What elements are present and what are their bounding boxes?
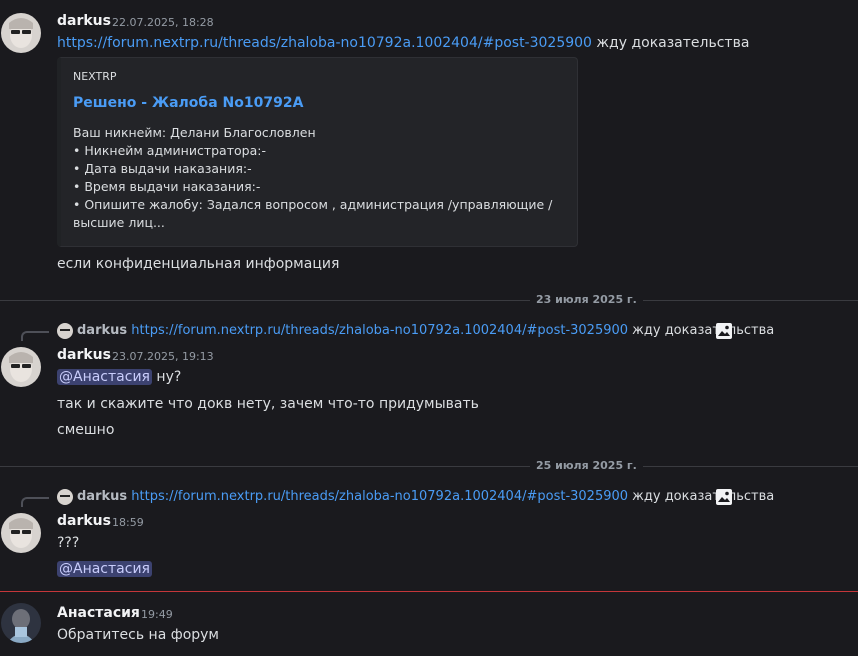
embed-line: • Время выдачи наказания:- bbox=[73, 179, 261, 194]
embed-line: • Опишите жалобу: Задался вопросом , адм… bbox=[73, 197, 553, 212]
date-divider-label: 25 июля 2025 г. bbox=[530, 459, 643, 472]
forum-link[interactable]: https://forum.nextrp.ru/threads/zhaloba-… bbox=[57, 35, 592, 51]
reply-author[interactable]: darkus bbox=[77, 323, 127, 338]
timestamp: 22.07.2025, 18:28 bbox=[112, 16, 214, 29]
reply-link[interactable]: https://forum.nextrp.ru/threads/zhaloba-… bbox=[131, 489, 628, 504]
avatar[interactable] bbox=[1, 513, 41, 553]
timestamp: 19:49 bbox=[141, 608, 173, 621]
embed-title[interactable]: Решено - Жалоба No10792A bbox=[73, 95, 303, 111]
date-divider bbox=[0, 300, 858, 301]
embed-provider: NEXTRP bbox=[73, 70, 117, 83]
author-name[interactable]: darkus bbox=[57, 347, 111, 363]
embed-line: Ваш никнейм: Делани Благословлен bbox=[73, 125, 316, 140]
reply-preview[interactable]: darkus https://forum.nextrp.ru/threads/z… bbox=[77, 489, 774, 504]
new-messages-divider bbox=[0, 591, 858, 592]
message-text: @Анастасия ну? bbox=[57, 369, 181, 385]
author-name[interactable]: darkus bbox=[57, 513, 111, 529]
reply-link[interactable]: https://forum.nextrp.ru/threads/zhaloba-… bbox=[131, 323, 628, 338]
message-text: смешно bbox=[57, 422, 115, 438]
message-text: ??? bbox=[57, 535, 80, 551]
date-divider bbox=[0, 466, 858, 467]
reply-preview[interactable]: darkus https://forum.nextrp.ru/threads/z… bbox=[77, 323, 774, 338]
image-icon bbox=[716, 323, 732, 339]
timestamp: 18:59 bbox=[112, 516, 144, 529]
reply-spine bbox=[21, 497, 49, 507]
embed-line: • Никнейм администратора:- bbox=[73, 143, 266, 158]
embed-line: • Дата выдачи наказания:- bbox=[73, 161, 252, 176]
reply-spine bbox=[21, 331, 49, 341]
reply-suffix: жду доказательства bbox=[628, 489, 775, 504]
link-embed: NEXTRP Решено - Жалоба No10792A Ваш никн… bbox=[57, 57, 578, 247]
message-text: https://forum.nextrp.ru/threads/zhaloba-… bbox=[57, 35, 749, 51]
reply-avatar[interactable] bbox=[57, 489, 73, 505]
message-text: если конфиденциальная информация bbox=[57, 256, 340, 272]
image-icon bbox=[716, 489, 732, 505]
mention-suffix: ну? bbox=[151, 369, 182, 385]
avatar[interactable] bbox=[1, 347, 41, 387]
date-divider-label: 23 июля 2025 г. bbox=[530, 293, 643, 306]
embed-description: Ваш никнейм: Делани Благословлен • Никне… bbox=[73, 124, 553, 232]
embed-line: высшие лиц... bbox=[73, 215, 165, 230]
message-text: Обратитесь на форум bbox=[57, 627, 219, 643]
message-text: @Анастасия bbox=[57, 561, 152, 577]
reply-suffix: жду доказательства bbox=[628, 323, 775, 338]
user-mention[interactable]: @Анастасия bbox=[57, 369, 152, 385]
avatar[interactable] bbox=[1, 603, 41, 643]
message-text: так и скажите что докв нету, зачем что-т… bbox=[57, 396, 479, 412]
timestamp: 23.07.2025, 19:13 bbox=[112, 350, 214, 363]
reply-avatar[interactable] bbox=[57, 323, 73, 339]
reply-author[interactable]: darkus bbox=[77, 489, 127, 504]
author-name[interactable]: Анастасия bbox=[57, 605, 140, 621]
author-name[interactable]: darkus bbox=[57, 13, 111, 29]
avatar[interactable] bbox=[1, 13, 41, 53]
user-mention[interactable]: @Анастасия bbox=[57, 561, 152, 577]
link-suffix-text: жду доказательства bbox=[591, 35, 750, 51]
